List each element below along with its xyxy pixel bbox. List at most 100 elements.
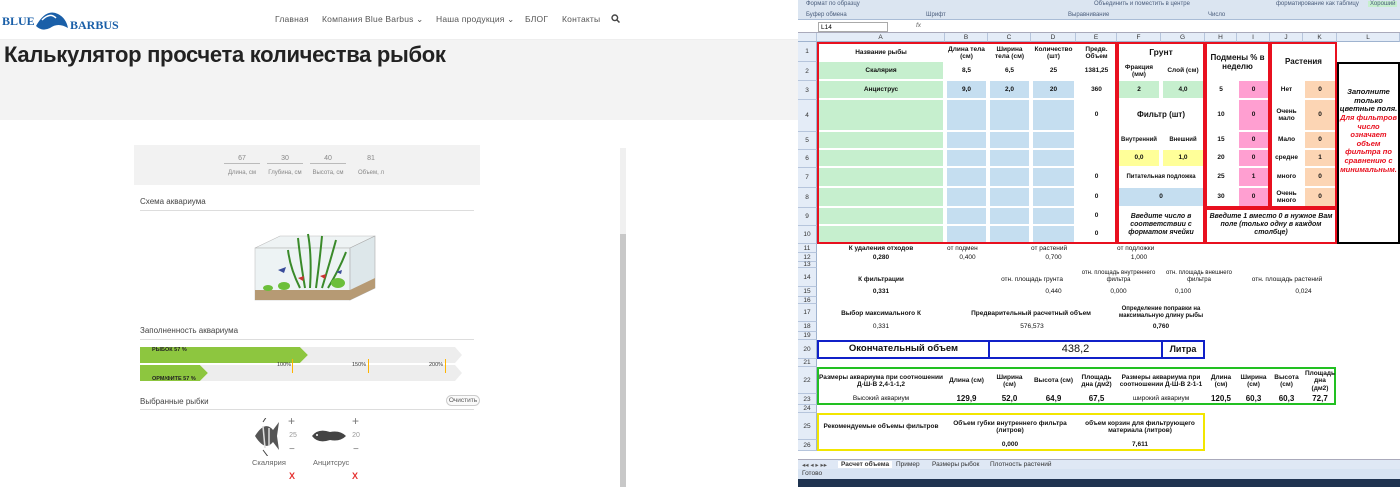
- row-header[interactable]: 1: [798, 42, 817, 62]
- increase-angelfish-button[interactable]: +: [288, 414, 295, 428]
- scrollbar[interactable]: [620, 148, 626, 487]
- k-filter-value: 0,331: [872, 288, 890, 296]
- row-header[interactable]: 26: [798, 440, 817, 451]
- ancistrus-count[interactable]: 20: [349, 432, 363, 439]
- col-header-d[interactable]: D: [1031, 33, 1076, 42]
- from-substrate-value: 1,000: [1130, 253, 1148, 261]
- col-header-j[interactable]: J: [1270, 33, 1303, 42]
- row-header[interactable]: 14: [798, 268, 817, 287]
- formula-bar: L14 fx: [798, 21, 1400, 33]
- row-header[interactable]: 6: [798, 150, 817, 168]
- corr-label: Определение поправки на максимальную дли…: [1118, 306, 1204, 319]
- col-header-k[interactable]: K: [1303, 33, 1337, 42]
- nav-products[interactable]: Наша продукция ⌄: [436, 14, 514, 25]
- tab-plant-density[interactable]: Плотность растений: [990, 461, 1051, 468]
- height-field[interactable]: 40 Высота, см: [310, 153, 346, 176]
- row-header[interactable]: 7: [798, 168, 817, 188]
- scrollbar-thumb[interactable]: [620, 234, 626, 487]
- length-field[interactable]: 67 Длина, см: [224, 153, 260, 176]
- soil-filter-border: [1117, 42, 1205, 244]
- col-header-e[interactable]: E: [1076, 33, 1117, 42]
- row-header[interactable]: 25: [798, 413, 817, 440]
- row-header[interactable]: 3: [798, 81, 817, 100]
- marker-200: 200%: [429, 362, 444, 368]
- format-painter-button[interactable]: Формат по образцу: [806, 1, 860, 7]
- divider: [140, 210, 474, 211]
- status-bar: Готово: [798, 469, 1400, 479]
- row-header[interactable]: 10: [798, 226, 817, 244]
- format-as-table-button[interactable]: как таблицу: [1326, 1, 1359, 7]
- conditional-format-button[interactable]: форматирование: [1276, 1, 1324, 7]
- row-header[interactable]: 19: [798, 332, 817, 340]
- row-header[interactable]: 18: [798, 322, 817, 332]
- volume-label: Объем, л: [358, 170, 384, 176]
- rel-soil-value: 0,440: [1045, 288, 1062, 296]
- clear-button[interactable]: Очистить: [446, 395, 480, 406]
- row-header[interactable]: 4: [798, 100, 817, 132]
- increase-ancistrus-button[interactable]: +: [352, 414, 359, 428]
- name-box[interactable]: L14: [818, 22, 888, 32]
- col-header-b[interactable]: B: [945, 33, 988, 42]
- decrease-angelfish-button[interactable]: −: [289, 444, 295, 455]
- tab-fish-sizes[interactable]: Размеры рыбок: [932, 461, 979, 468]
- row-header[interactable]: 2: [798, 62, 817, 81]
- row-header[interactable]: 5: [798, 132, 817, 150]
- sizes2-hei: Высота (см): [1274, 373, 1299, 388]
- search-icon[interactable]: [611, 14, 620, 23]
- col-header-c[interactable]: C: [988, 33, 1031, 42]
- row-header[interactable]: 16: [798, 297, 817, 304]
- col-header-g[interactable]: G: [1161, 33, 1205, 42]
- row-header[interactable]: 11: [798, 244, 817, 253]
- wide-tank-label: широкий аквариум: [1132, 394, 1190, 402]
- depth-field[interactable]: 30 Глубина, см: [267, 153, 303, 176]
- page-title: Калькулятор просчета количества рыбок: [4, 42, 446, 67]
- nav-company[interactable]: Компания Blue Barbus ⌄: [322, 14, 423, 25]
- col-header-f[interactable]: F: [1117, 33, 1161, 42]
- row-header[interactable]: 8: [798, 188, 817, 208]
- fx-button[interactable]: fx: [916, 22, 921, 29]
- row-header[interactable]: 24: [798, 405, 817, 413]
- length-value[interactable]: 67: [224, 153, 260, 164]
- logo[interactable]: BLUE BARBUS: [2, 4, 119, 36]
- decrease-ancistrus-button[interactable]: −: [353, 444, 359, 455]
- merge-button[interactable]: Объединить и поместить в центре: [1094, 1, 1190, 7]
- sponge-label: Объем губки внутреннего фильтра (литров): [953, 419, 1067, 434]
- tab-example[interactable]: Пример: [896, 461, 920, 468]
- taskbar: [798, 479, 1400, 487]
- col-header-h[interactable]: H: [1205, 33, 1237, 42]
- row-header[interactable]: 21: [798, 359, 817, 367]
- remove-ancistrus-button[interactable]: X: [352, 471, 358, 481]
- row-header[interactable]: 9: [798, 208, 817, 226]
- remove-angelfish-button[interactable]: X: [289, 471, 295, 481]
- style-good[interactable]: Хороший: [1368, 1, 1398, 7]
- row-header[interactable]: 20: [798, 340, 817, 359]
- select-all-corner[interactable]: [798, 33, 817, 42]
- nav-blog[interactable]: БЛОГ: [525, 14, 548, 24]
- marker-100: 100%: [277, 362, 292, 368]
- basket-value: 7,611: [1132, 440, 1148, 448]
- chevron-down-icon: ⌄: [507, 14, 515, 24]
- length-label: Длина, см: [227, 170, 257, 176]
- rel-soil-label: отн. площадь грунта: [1001, 276, 1063, 284]
- tab-volume-calc[interactable]: Расчет объема: [838, 461, 893, 468]
- col-header-a[interactable]: A: [817, 33, 945, 42]
- depth-value[interactable]: 30: [267, 153, 303, 164]
- nav-contacts[interactable]: Контакты: [562, 14, 600, 24]
- row-header[interactable]: 17: [798, 304, 817, 322]
- sizes2-area: Площадь дна (дм2): [1305, 369, 1335, 392]
- row-header[interactable]: 23: [798, 394, 817, 405]
- height-value[interactable]: 40: [310, 153, 346, 164]
- clipboard-group-label: Буфер обмена: [806, 12, 847, 18]
- fish-logo-icon: [36, 12, 68, 30]
- col-header-i[interactable]: I: [1237, 33, 1270, 42]
- row-header[interactable]: 22: [798, 367, 817, 394]
- side-note-border: [1337, 62, 1400, 244]
- angelfish-name: Скалярия: [252, 458, 286, 467]
- nav-home[interactable]: Главная: [275, 14, 309, 24]
- from-substrate-label: от подложки: [1117, 244, 1155, 252]
- angelfish-count[interactable]: 25: [286, 432, 300, 439]
- tab-nav-arrows-icon[interactable]: ◂◂ ◂ ▸ ▸▸: [802, 461, 827, 469]
- col-header-l[interactable]: L: [1337, 33, 1400, 42]
- row-header[interactable]: 15: [798, 287, 817, 297]
- wide-hei: 60,3: [1278, 394, 1295, 403]
